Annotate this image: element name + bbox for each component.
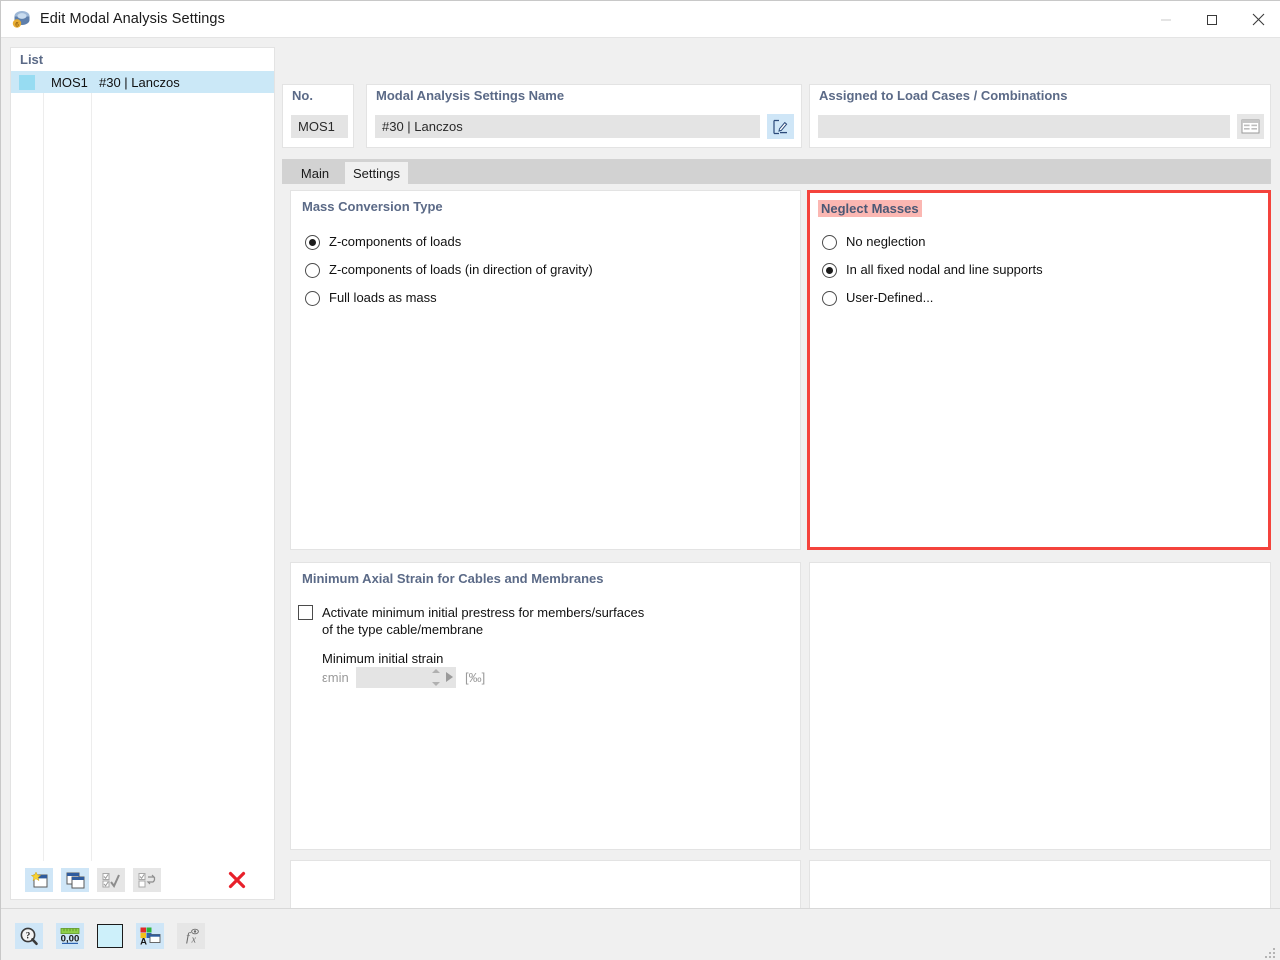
list-item[interactable]: MOS1 #30 | Lanczos [11, 71, 274, 93]
checkbox-icon [298, 605, 313, 620]
dialog-window: 6 Edit Modal Analysis Settings List MOS1… [0, 0, 1280, 960]
radio-icon [822, 263, 837, 278]
list-column-separator-2 [91, 71, 92, 861]
epsilon-min-input[interactable] [356, 667, 456, 688]
list-item-name: #30 | Lanczos [99, 74, 180, 90]
no-field-box: No. MOS1 [282, 84, 354, 148]
close-button[interactable] [1235, 1, 1280, 38]
name-field-input[interactable]: #30 | Lanczos [375, 115, 760, 138]
assigned-table-button[interactable] [1237, 114, 1264, 139]
radio-label: User-Defined... [846, 290, 934, 305]
tab-main[interactable]: Main [287, 162, 343, 184]
svg-text:x: x [191, 935, 197, 946]
title-bar: 6 Edit Modal Analysis Settings [1, 1, 1280, 38]
spinner-arrows-icon[interactable] [431, 669, 440, 686]
radio-icon [305, 291, 320, 306]
svg-text:?: ? [26, 930, 31, 940]
min-axial-strain-panel: Minimum Axial Strain for Cables and Memb… [290, 562, 801, 850]
list-item-id: MOS1 [51, 74, 88, 90]
dialog-footer: ? 0,00 A f x [1, 908, 1280, 960]
name-field-box: Modal Analysis Settings Name #30 | Lancz… [366, 84, 802, 148]
help-button[interactable]: ? [15, 923, 43, 949]
formula-button: f x [177, 923, 205, 949]
checkbox-label-line2: of the type cable/membrane [322, 622, 484, 637]
radio-all-fixed-nodal-line-supports[interactable]: In all fixed nodal and line supports [822, 262, 1043, 278]
window-controls [1143, 1, 1280, 38]
color-swatch-button[interactable] [97, 924, 123, 948]
maximize-button[interactable] [1189, 1, 1235, 38]
assigned-field-box: Assigned to Load Cases / Combinations [809, 84, 1271, 148]
radio-z-components-of-loads[interactable]: Z-components of loads [305, 234, 461, 250]
min-initial-strain-label: Minimum initial strain [322, 651, 444, 666]
radio-icon [822, 291, 837, 306]
dialog-body: List MOS1 #30 | Lanczos No. MOS1 Modal A… [1, 38, 1280, 925]
mass-conversion-panel: Mass Conversion Type Z-components of loa… [290, 190, 801, 550]
radio-icon [305, 235, 320, 250]
checkbox-activate-min-prestress[interactable]: Activate minimum initial prestress for m… [298, 604, 778, 638]
no-field-input[interactable]: MOS1 [291, 115, 348, 138]
footer-toolbar: ? 0,00 A f x [15, 923, 205, 949]
radio-icon [822, 235, 837, 250]
assigned-field-label: Assigned to Load Cases / Combinations [819, 88, 1068, 103]
min-axial-strain-title: Minimum Axial Strain for Cables and Memb… [302, 571, 604, 586]
svg-text:A: A [140, 936, 147, 946]
radio-label: Full loads as mass [329, 290, 437, 305]
list-body: MOS1 #30 | Lanczos [11, 71, 274, 861]
assigned-field-input[interactable] [818, 115, 1230, 138]
epsilon-min-symbol: εmin [322, 670, 349, 685]
select-all-button [97, 868, 125, 892]
list-column-separator-1 [43, 71, 44, 861]
delete-item-button[interactable] [223, 868, 251, 892]
neglect-masses-panel: Neglect Masses No neglection In all fixe… [807, 190, 1271, 550]
list-item-color-swatch [19, 75, 35, 90]
minimize-button[interactable] [1143, 1, 1189, 38]
new-item-button[interactable] [25, 868, 53, 892]
tab-settings[interactable]: Settings [345, 162, 408, 184]
resize-grip[interactable] [1265, 946, 1277, 958]
invert-selection-button [133, 868, 161, 892]
list-panel: List MOS1 #30 | Lanczos [10, 47, 275, 900]
name-field-label: Modal Analysis Settings Name [376, 88, 565, 103]
radio-label: Z-components of loads [329, 234, 462, 249]
radio-no-neglection[interactable]: No neglection [822, 234, 926, 250]
spinner-play-icon[interactable] [446, 672, 453, 682]
radio-full-loads-as-mass[interactable]: Full loads as mass [305, 290, 437, 306]
window-title: Edit Modal Analysis Settings [40, 11, 225, 27]
no-field-label: No. [292, 88, 313, 103]
radio-z-components-gravity[interactable]: Z-components of loads (in direction of g… [305, 262, 593, 278]
min-initial-strain-row: εmin [‰] [322, 667, 485, 688]
units-button[interactable]: 0,00 [56, 923, 84, 949]
radio-label: Z-components of loads (in direction of g… [329, 262, 593, 277]
tab-strip: Main Settings [282, 159, 1271, 184]
edit-name-button[interactable] [767, 114, 794, 139]
copy-item-button[interactable] [61, 868, 89, 892]
empty-panel-right [809, 562, 1271, 850]
mass-conversion-title: Mass Conversion Type [302, 199, 443, 214]
svg-text:6: 6 [15, 21, 19, 28]
checkbox-label-line1: Activate minimum initial prestress for m… [322, 605, 645, 620]
modal-analysis-icon: 6 [11, 9, 31, 29]
radio-user-defined[interactable]: User-Defined... [822, 290, 933, 306]
list-toolbar [11, 861, 274, 899]
display-properties-button[interactable]: A [136, 923, 164, 949]
epsilon-min-unit: [‰] [465, 670, 486, 685]
radio-label: In all fixed nodal and line supports [846, 262, 1043, 277]
list-header: List [11, 48, 274, 71]
radio-icon [305, 263, 320, 278]
radio-label: No neglection [846, 234, 926, 249]
neglect-masses-title: Neglect Masses [818, 200, 922, 217]
